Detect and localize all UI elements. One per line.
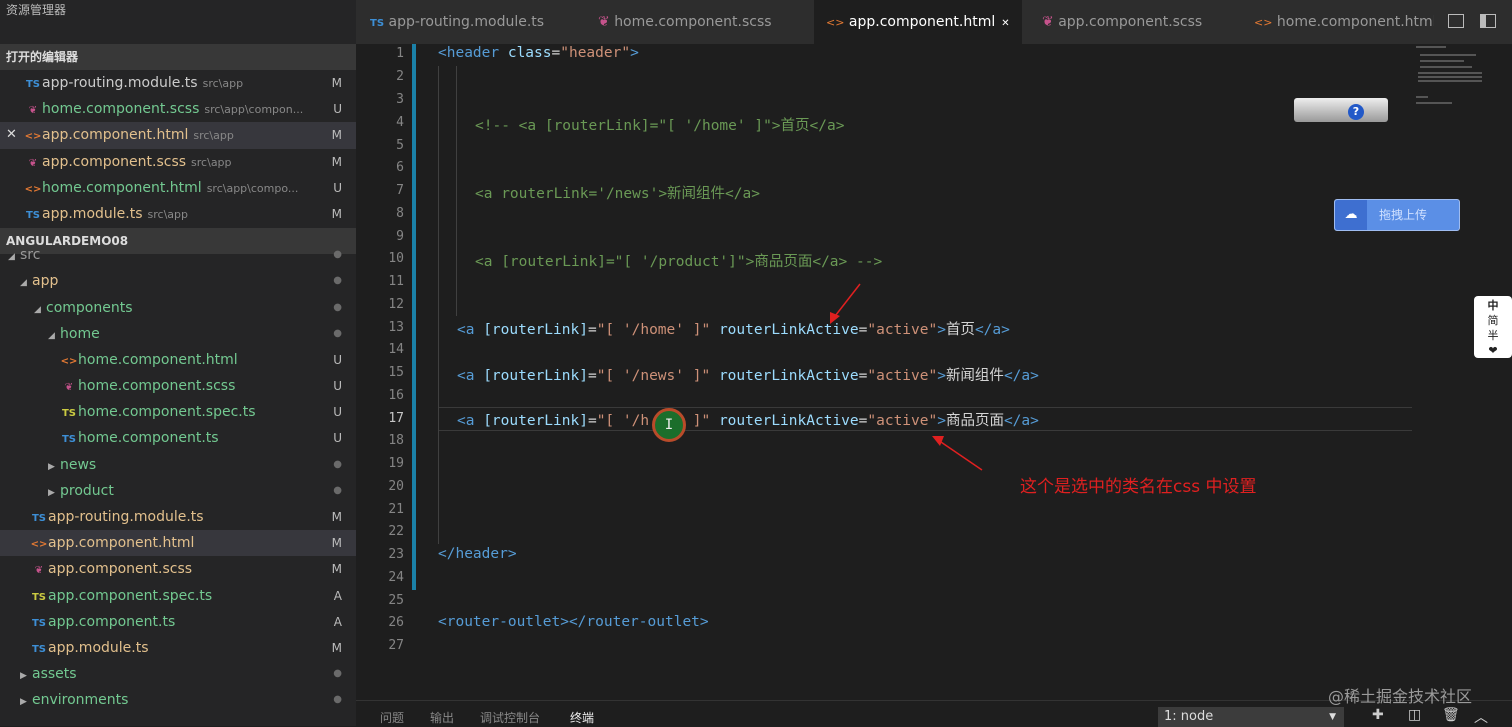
html-icon: <>	[1254, 16, 1273, 29]
tree-file[interactable]: ❦ app.component.scss M	[0, 556, 356, 582]
trash-icon[interactable]: 🗑	[1442, 707, 1460, 723]
tree-folder-home[interactable]: ◢ home ●	[0, 321, 356, 347]
open-editor-item[interactable]: ❦ home.component.scss src\app\compon... U	[0, 96, 356, 122]
ime-heart-icon[interactable]: ❤	[1474, 343, 1512, 358]
open-changes-icon[interactable]	[1448, 14, 1464, 28]
scss-icon: ❦	[1042, 14, 1054, 30]
html-icon: <>	[30, 539, 48, 551]
typescript-icon: TS	[370, 18, 385, 29]
html-icon: <>	[60, 355, 78, 367]
tab-output[interactable]: 输出	[430, 709, 454, 726]
editor-tab-bar: TS app-routing.module.ts ❦ home.componen…	[356, 0, 1512, 44]
scss-icon: ❦	[598, 14, 610, 30]
tree-folder-assets[interactable]: ▶ assets ●	[0, 661, 356, 687]
tree-folder-components[interactable]: ◢ components ●	[0, 295, 356, 321]
typescript-icon: TS	[25, 209, 41, 221]
chevron-down-icon: ◢	[20, 278, 27, 289]
terminal-select[interactable]: 1: node ▼	[1158, 707, 1344, 727]
chevron-right-icon: ▶	[48, 461, 55, 472]
tree-folder-app[interactable]: ◢ app ●	[0, 268, 356, 294]
ime-toolbar[interactable]: 中 简 半 ❤	[1474, 296, 1512, 358]
chevron-down-icon: ◢	[8, 252, 15, 263]
scss-icon: ❦	[34, 565, 44, 577]
annotation-arrows	[830, 283, 983, 471]
html-icon: <>	[826, 16, 845, 29]
split-terminal-icon[interactable]: ◫	[1408, 707, 1421, 723]
minimap[interactable]	[1412, 44, 1496, 124]
tree-file[interactable]: ❦ home.component.scss U	[0, 373, 356, 399]
tree-folder-news[interactable]: ▶ news ●	[0, 452, 356, 478]
explorer-sidebar: 资源管理器 打开的编辑器 TS app-routing.module.ts src\…	[0, 0, 356, 726]
annotation-text: 这个是选中的类名在css 中设置	[1020, 477, 1257, 497]
tree-folder-product[interactable]: ▶ product ●	[0, 478, 356, 504]
plus-icon[interactable]: ✚	[1372, 707, 1384, 723]
typescript-spec-icon: TS	[31, 591, 47, 603]
scss-icon: ❦	[28, 157, 38, 169]
open-editor-item[interactable]: TS app-routing.module.ts src\app M	[0, 70, 356, 96]
drag-upload-button[interactable]: ☁ 拖拽上传	[1334, 199, 1460, 231]
chevron-down-icon: ◢	[48, 330, 55, 341]
ime-halfwidth[interactable]: 半	[1474, 328, 1512, 343]
tree-file[interactable]: TS app-routing.module.ts M	[0, 504, 356, 530]
html-icon: <>	[24, 183, 42, 195]
chevron-right-icon: ▶	[20, 671, 27, 682]
help-icon[interactable]: ?	[1348, 104, 1364, 120]
tree-file[interactable]: TS app.component.ts A	[0, 609, 356, 635]
chevron-right-icon: ▶	[48, 487, 55, 498]
close-icon[interactable]: ✕	[1001, 18, 1009, 29]
arrow-line	[937, 439, 983, 471]
tab-app-component-scss[interactable]: ❦ app.component.scss	[1042, 0, 1202, 44]
open-editor-item[interactable]: ❦ app.component.scss src\app M	[0, 149, 356, 175]
file-tree: ◢ src ● ◢ app ● ◢ components ● ◢ home ● <>home.c…	[0, 242, 356, 713]
code-editor[interactable]: 1 2 3 4 5 6 7 8 9 10 11 12 13 14 15 16 1…	[356, 44, 1512, 700]
tab-home-component-html[interactable]: <> home.component.html	[1254, 0, 1437, 44]
split-editor-icon[interactable]	[1480, 14, 1496, 28]
scss-icon: ❦	[64, 382, 74, 394]
watermark: @稀土掘金技术社区	[1328, 687, 1473, 706]
tree-file[interactable]: <>home.component.html U	[0, 347, 356, 373]
open-editor-item[interactable]: <>home.component.html src\app\compo... U	[0, 175, 356, 201]
editor-actions	[1434, 0, 1512, 44]
open-editor-item-active[interactable]: ✕ <>app.component.html src\app M	[0, 122, 356, 149]
typescript-icon: TS	[31, 617, 47, 629]
tab-app-component-html[interactable]: <> app.component.html ✕	[814, 0, 1022, 44]
explorer-title: 资源管理器	[6, 3, 67, 17]
tab-app-routing-module[interactable]: TS app-routing.module.ts	[370, 0, 544, 44]
close-icon[interactable]: ✕	[6, 122, 17, 148]
tab-debug-console[interactable]: 调试控制台	[480, 709, 540, 726]
tab-terminal[interactable]: 终端	[570, 709, 594, 726]
typescript-icon: TS	[31, 643, 47, 655]
tree-file[interactable]: TS app.component.spec.ts A	[0, 583, 356, 609]
tree-folder-environments[interactable]: ▶ environments ●	[0, 687, 356, 713]
chevron-down-icon: ▼	[1329, 712, 1336, 722]
tree-file[interactable]: TS home.component.spec.ts U	[0, 399, 356, 425]
typescript-spec-icon: TS	[61, 408, 77, 420]
cloud-icon: ☁	[1335, 200, 1367, 230]
tree-file-selected[interactable]: <>app.component.html M	[0, 530, 356, 557]
chevron-right-icon: ▶	[20, 697, 27, 708]
scss-icon: ❦	[28, 105, 38, 117]
tab-home-component-scss[interactable]: ❦ home.component.scss	[598, 0, 772, 44]
ime-chinese[interactable]: 中	[1474, 298, 1512, 313]
open-editor-item[interactable]: TS app.module.ts src\app M	[0, 201, 356, 227]
arrow-head	[932, 436, 944, 446]
ime-simplified[interactable]: 简	[1474, 313, 1512, 328]
tree-file[interactable]: TS app.module.ts M	[0, 635, 356, 661]
tree-folder-src[interactable]: ◢ src ●	[0, 242, 356, 268]
arrow-head	[830, 312, 840, 324]
typescript-icon: TS	[61, 434, 77, 446]
typescript-icon: TS	[25, 79, 41, 90]
floating-toolbar[interactable]: ?	[1294, 98, 1388, 122]
chevron-up-icon[interactable]: ︿	[1474, 707, 1488, 727]
typescript-icon: TS	[31, 513, 47, 524]
tab-problems[interactable]: 问题	[380, 709, 404, 726]
tree-file[interactable]: TS home.component.ts U	[0, 425, 356, 451]
open-editors-header[interactable]: 打开的编辑器	[0, 44, 356, 70]
chevron-down-icon: ◢	[34, 304, 41, 315]
html-icon: <>	[24, 131, 42, 143]
